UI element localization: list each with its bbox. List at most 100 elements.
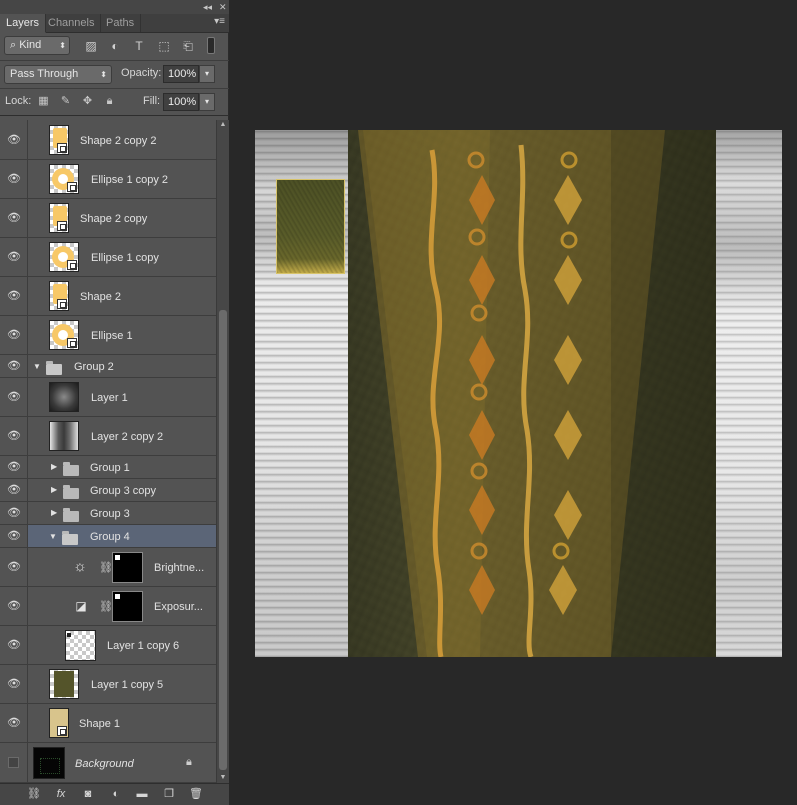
opacity-dropdown-button[interactable]: ▾: [199, 65, 215, 83]
layer-row[interactable]: 👁︎ Ellipse 1 copy: [0, 238, 216, 277]
background-layer-row[interactable]: Background 🔒︎: [0, 743, 216, 783]
visibility-toggle[interactable]: 👁︎: [0, 316, 28, 354]
lock-transparent-icon[interactable]: ▦: [37, 95, 50, 108]
kind-filter-select[interactable]: ⌕ Kind ⬍: [4, 36, 70, 55]
fill-dropdown-button[interactable]: ▾: [199, 93, 215, 111]
layer-name[interactable]: Shape 1: [79, 718, 120, 730]
adjustment-filter-icon[interactable]: ◐: [108, 39, 122, 53]
layer-name[interactable]: Ellipse 1 copy: [91, 252, 159, 264]
lock-position-icon[interactable]: ✥: [81, 95, 94, 108]
layer-row[interactable]: 👁︎ Layer 1 copy 6: [0, 626, 216, 665]
panel-menu-icon[interactable]: ▾≡: [214, 16, 225, 27]
visibility-toggle[interactable]: 👁︎: [0, 525, 28, 547]
layer-name[interactable]: Background: [75, 758, 134, 770]
expand-triangle-icon[interactable]: ▼: [33, 362, 41, 372]
layer-name[interactable]: Layer 1 copy 6: [107, 640, 179, 652]
layer-row[interactable]: 👁︎ Shape 2: [0, 277, 216, 316]
fx-icon[interactable]: fx: [53, 787, 69, 802]
layer-row[interactable]: 👁︎ Shape 2 copy 2: [0, 120, 216, 160]
layer-row[interactable]: 👁︎ Shape 1: [0, 704, 216, 743]
layer-name[interactable]: Layer 1 copy 5: [91, 679, 163, 691]
visibility-toggle[interactable]: 👁︎: [0, 479, 28, 501]
visibility-toggle[interactable]: 👁︎: [0, 378, 28, 416]
lock-image-icon[interactable]: ✎: [59, 95, 72, 108]
layer-name[interactable]: Layer 1: [91, 392, 128, 404]
layer-row[interactable]: 👁︎ Shape 2 copy: [0, 199, 216, 238]
scrollbar-thumb[interactable]: [219, 310, 227, 770]
document-canvas[interactable]: [255, 130, 782, 657]
layer-name[interactable]: Group 3: [90, 508, 130, 520]
tab-layers[interactable]: Layers: [0, 14, 47, 33]
layer-name[interactable]: Shape 2: [80, 291, 121, 303]
layer-row[interactable]: 👁︎ Layer 1: [0, 378, 216, 417]
layer-name[interactable]: Group 2: [74, 361, 114, 373]
image-filter-icon[interactable]: ▨: [84, 39, 98, 53]
scroll-down-arrow-icon[interactable]: ▼: [217, 773, 229, 783]
new-adjustment-icon[interactable]: ◐: [108, 787, 124, 802]
scroll-up-arrow-icon[interactable]: ▲: [217, 120, 229, 130]
layer-name[interactable]: Shape 2 copy: [80, 213, 147, 225]
layer-name[interactable]: Exposur...: [154, 601, 203, 613]
filter-toggle[interactable]: [207, 37, 215, 54]
visibility-toggle[interactable]: 👁︎: [0, 120, 28, 159]
layer-name[interactable]: Ellipse 1: [91, 330, 133, 342]
visibility-toggle[interactable]: 👁︎: [0, 238, 28, 276]
blend-mode-select[interactable]: Pass Through ⬍: [4, 65, 112, 84]
layer-row[interactable]: 👁︎ Layer 2 copy 2: [0, 417, 216, 456]
group-row[interactable]: 👁︎ ▶ Group 3: [0, 502, 216, 525]
layer-name[interactable]: Brightne...: [154, 562, 204, 574]
layer-mask-thumbnail[interactable]: [112, 591, 143, 622]
group-row-selected[interactable]: 👁︎ ▼ Group 4: [0, 525, 216, 548]
link-icon[interactable]: ⛓︎: [99, 561, 113, 574]
layer-name[interactable]: Group 1: [90, 462, 130, 474]
collapse-triangle-icon[interactable]: ▶: [51, 462, 57, 472]
visibility-toggle[interactable]: 👁︎: [0, 417, 28, 455]
group-row[interactable]: 👁︎ ▼ Group 2: [0, 355, 216, 378]
collapse-triangle-icon[interactable]: ▶: [51, 485, 57, 495]
layer-name[interactable]: Ellipse 1 copy 2: [91, 174, 168, 186]
smart-object-filter-icon[interactable]: ⎗: [181, 39, 195, 53]
opacity-input[interactable]: 100%: [163, 65, 199, 83]
add-mask-icon[interactable]: ◙: [80, 787, 96, 802]
visibility-toggle[interactable]: 👁︎: [0, 199, 28, 237]
visibility-toggle[interactable]: 👁︎: [0, 160, 28, 198]
collapse-triangle-icon[interactable]: ▶: [51, 508, 57, 518]
lock-all-icon[interactable]: 🔒︎: [103, 95, 116, 108]
visibility-toggle[interactable]: 👁︎: [0, 587, 28, 625]
layer-row[interactable]: 👁︎ Layer 1 copy 5: [0, 665, 216, 704]
adjustment-layer-row[interactable]: 👁︎ ☼ ⛓︎ Brightne...: [0, 548, 216, 587]
visibility-toggle[interactable]: 👁︎: [0, 355, 28, 377]
new-layer-icon[interactable]: ❐: [161, 787, 177, 802]
visibility-toggle[interactable]: 👁︎: [0, 548, 28, 586]
tab-paths[interactable]: Paths: [100, 14, 142, 32]
collapse-panel-icon[interactable]: ◂◂: [203, 1, 212, 13]
expand-triangle-icon[interactable]: ▼: [49, 532, 57, 542]
layer-name[interactable]: Layer 2 copy 2: [91, 431, 163, 443]
layer-name[interactable]: Group 4: [90, 531, 130, 543]
layer-row[interactable]: 👁︎ Ellipse 1 copy 2: [0, 160, 216, 199]
link-icon[interactable]: ⛓︎: [99, 600, 113, 613]
shape-filter-icon[interactable]: ⬚: [157, 39, 171, 53]
layer-row[interactable]: 👁︎ Ellipse 1: [0, 316, 216, 355]
group-row[interactable]: 👁︎ ▶ Group 3 copy: [0, 479, 216, 502]
fill-input[interactable]: 100%: [163, 93, 199, 111]
layers-scrollbar[interactable]: ▲ ▼: [216, 120, 229, 783]
type-filter-icon[interactable]: T: [132, 39, 146, 53]
visibility-toggle[interactable]: 👁︎: [0, 456, 28, 478]
visibility-toggle[interactable]: 👁︎: [0, 502, 28, 524]
link-layers-icon[interactable]: ⛓︎: [26, 787, 42, 802]
adjustment-layer-row[interactable]: 👁︎ ◪ ⛓︎ Exposur...: [0, 587, 216, 626]
group-row[interactable]: 👁︎ ▶ Group 1: [0, 456, 216, 479]
visibility-toggle[interactable]: 👁︎: [0, 704, 28, 742]
visibility-toggle[interactable]: 👁︎: [0, 626, 28, 664]
trash-icon[interactable]: 🗑︎: [188, 787, 204, 802]
layer-name[interactable]: Shape 2 copy 2: [80, 135, 156, 147]
close-icon[interactable]: ✕: [219, 1, 227, 13]
visibility-toggle[interactable]: [0, 743, 28, 782]
visibility-toggle[interactable]: 👁︎: [0, 277, 28, 315]
layer-name[interactable]: Group 3 copy: [90, 485, 156, 497]
layer-mask-thumbnail[interactable]: [112, 552, 143, 583]
new-group-icon[interactable]: ▬: [134, 787, 150, 802]
tab-channels[interactable]: Channels: [42, 14, 102, 32]
visibility-toggle[interactable]: 👁︎: [0, 665, 28, 703]
